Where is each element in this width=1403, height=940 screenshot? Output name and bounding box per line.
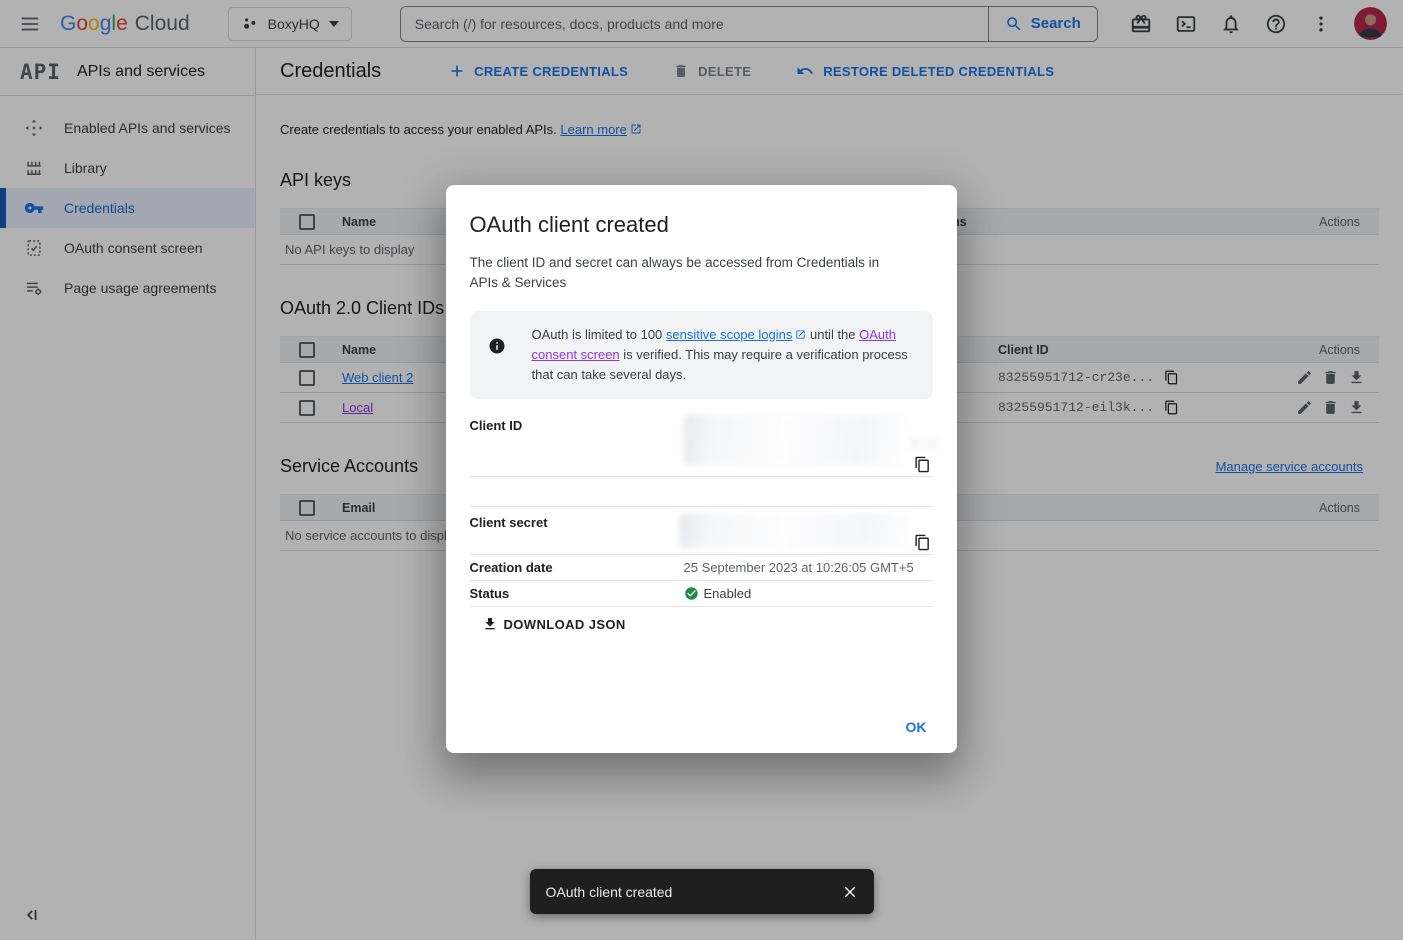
client-id-redacted: [911, 436, 939, 451]
check-circle-icon: [684, 586, 699, 601]
snackbar-message: OAuth client created: [530, 884, 838, 900]
client-secret-redacted: [679, 514, 915, 548]
client-id-row: Client ID: [470, 409, 933, 477]
screen: Google Cloud BoxyHQ Search: [0, 0, 1403, 940]
spacer-row: [470, 477, 933, 507]
download-icon: [482, 616, 498, 632]
dialog-title: OAuth client created: [470, 185, 933, 238]
status-label: Status: [470, 586, 684, 601]
client-id-value: [684, 410, 933, 476]
copy-icon[interactable]: [914, 456, 931, 473]
close-icon[interactable]: [838, 880, 862, 904]
download-json-button[interactable]: DOWNLOAD JSON: [470, 616, 626, 632]
sensitive-scope-logins-link[interactable]: sensitive scope logins: [666, 327, 806, 342]
client-secret-value: [684, 507, 933, 554]
copy-icon[interactable]: [914, 534, 931, 551]
note-text: OAuth is limited to 100 sensitive scope …: [532, 325, 917, 385]
oauth-limit-note: OAuth is limited to 100 sensitive scope …: [470, 311, 933, 399]
dialog-subtitle: The client ID and secret can always be a…: [470, 253, 900, 293]
oauth-client-created-dialog: OAuth client created The client ID and s…: [446, 185, 957, 753]
snackbar: OAuth client created: [530, 869, 874, 914]
creation-date-row: Creation date 25 September 2023 at 10:26…: [470, 555, 933, 581]
info-icon: [488, 337, 506, 355]
creation-date-value: 25 September 2023 at 10:26:05 GMT+5: [684, 560, 933, 575]
client-id-label: Client ID: [470, 410, 684, 476]
client-details: Client ID Client secret Creation date 25…: [470, 409, 933, 607]
client-secret-label: Client secret: [470, 507, 684, 554]
external-link-icon: [795, 329, 806, 340]
client-secret-row: Client secret: [470, 507, 933, 555]
status-row: Status Enabled: [470, 581, 933, 607]
ok-button[interactable]: OK: [900, 718, 933, 736]
client-id-redacted: [684, 414, 908, 466]
status-value: Enabled: [684, 586, 933, 601]
creation-date-label: Creation date: [470, 560, 684, 575]
